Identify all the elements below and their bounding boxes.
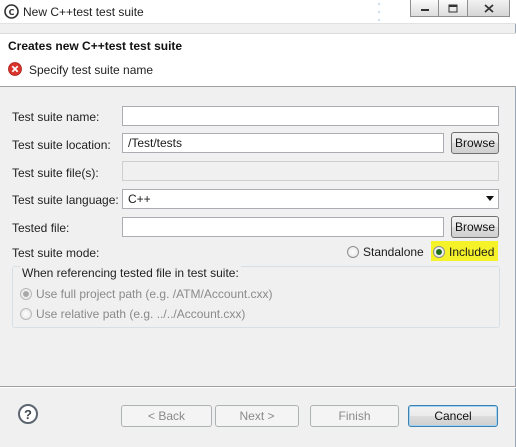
- close-icon: [483, 3, 494, 13]
- maximize-icon: [448, 4, 458, 12]
- mode-standalone-radio[interactable]: Standalone: [347, 245, 424, 259]
- help-icon[interactable]: ?: [18, 404, 38, 424]
- titlebar-decoration: [377, 2, 381, 22]
- minimize-button[interactable]: [410, 0, 439, 17]
- language-value: C++: [128, 192, 151, 206]
- svg-text:C: C: [9, 8, 15, 17]
- close-button[interactable]: [468, 0, 510, 17]
- relative-path-label: Use relative path (e.g. ../../Account.cx…: [36, 307, 246, 321]
- location-input[interactable]: /Test/tests: [122, 133, 444, 153]
- mode-included-label: Included: [449, 245, 495, 259]
- language-label: Test suite language:: [12, 193, 119, 207]
- next-button[interactable]: Next >: [215, 405, 299, 427]
- location-browse-button[interactable]: Browse: [451, 132, 499, 154]
- minimize-icon: [420, 9, 429, 11]
- app-icon: C: [4, 4, 19, 19]
- mode-standalone-label: Standalone: [363, 245, 424, 259]
- name-label: Test suite name:: [12, 110, 100, 124]
- referencing-group-label: When referencing tested file in test sui…: [20, 266, 241, 280]
- full-path-radio[interactable]: Use full project path (e.g. /ATM/Account…: [20, 287, 273, 301]
- radio-button-selected-icon: [433, 246, 445, 258]
- footer-separator: [0, 386, 516, 388]
- radio-button-icon: [347, 246, 359, 258]
- wizard-message: Specify test suite name: [29, 63, 154, 77]
- files-label: Test suite file(s):: [12, 166, 99, 180]
- window-title: New C++test test suite: [23, 5, 144, 19]
- tested-file-label: Tested file:: [12, 221, 70, 235]
- title-bar: C New C++test test suite: [0, 0, 516, 24]
- window-controls: [410, 0, 510, 17]
- error-icon: [8, 62, 22, 76]
- tested-file-input[interactable]: [122, 217, 444, 237]
- tested-file-browse-button[interactable]: Browse: [451, 216, 499, 238]
- files-input: [122, 161, 499, 181]
- relative-path-radio[interactable]: Use relative path (e.g. ../../Account.cx…: [20, 307, 245, 321]
- mode-label: Test suite mode:: [12, 246, 100, 260]
- wizard-header: Creates new C++test test suite Specify t…: [0, 33, 516, 87]
- language-select[interactable]: C++: [122, 189, 499, 209]
- cancel-button[interactable]: Cancel: [408, 405, 498, 427]
- dialog-window: C New C++test test suite Creates new C++…: [0, 0, 516, 447]
- radio-button-icon: [20, 308, 32, 320]
- maximize-button[interactable]: [439, 0, 468, 17]
- full-path-label: Use full project path (e.g. /ATM/Account…: [36, 287, 273, 301]
- radio-button-selected-icon: [20, 288, 32, 300]
- finish-button[interactable]: Finish: [310, 405, 399, 427]
- location-label: Test suite location:: [12, 138, 111, 152]
- mode-included-radio[interactable]: Included: [433, 245, 494, 259]
- chevron-down-icon: [486, 196, 494, 201]
- wizard-title: Creates new C++test test suite: [8, 39, 183, 53]
- back-button[interactable]: < Back: [121, 405, 212, 427]
- name-input[interactable]: [122, 106, 499, 126]
